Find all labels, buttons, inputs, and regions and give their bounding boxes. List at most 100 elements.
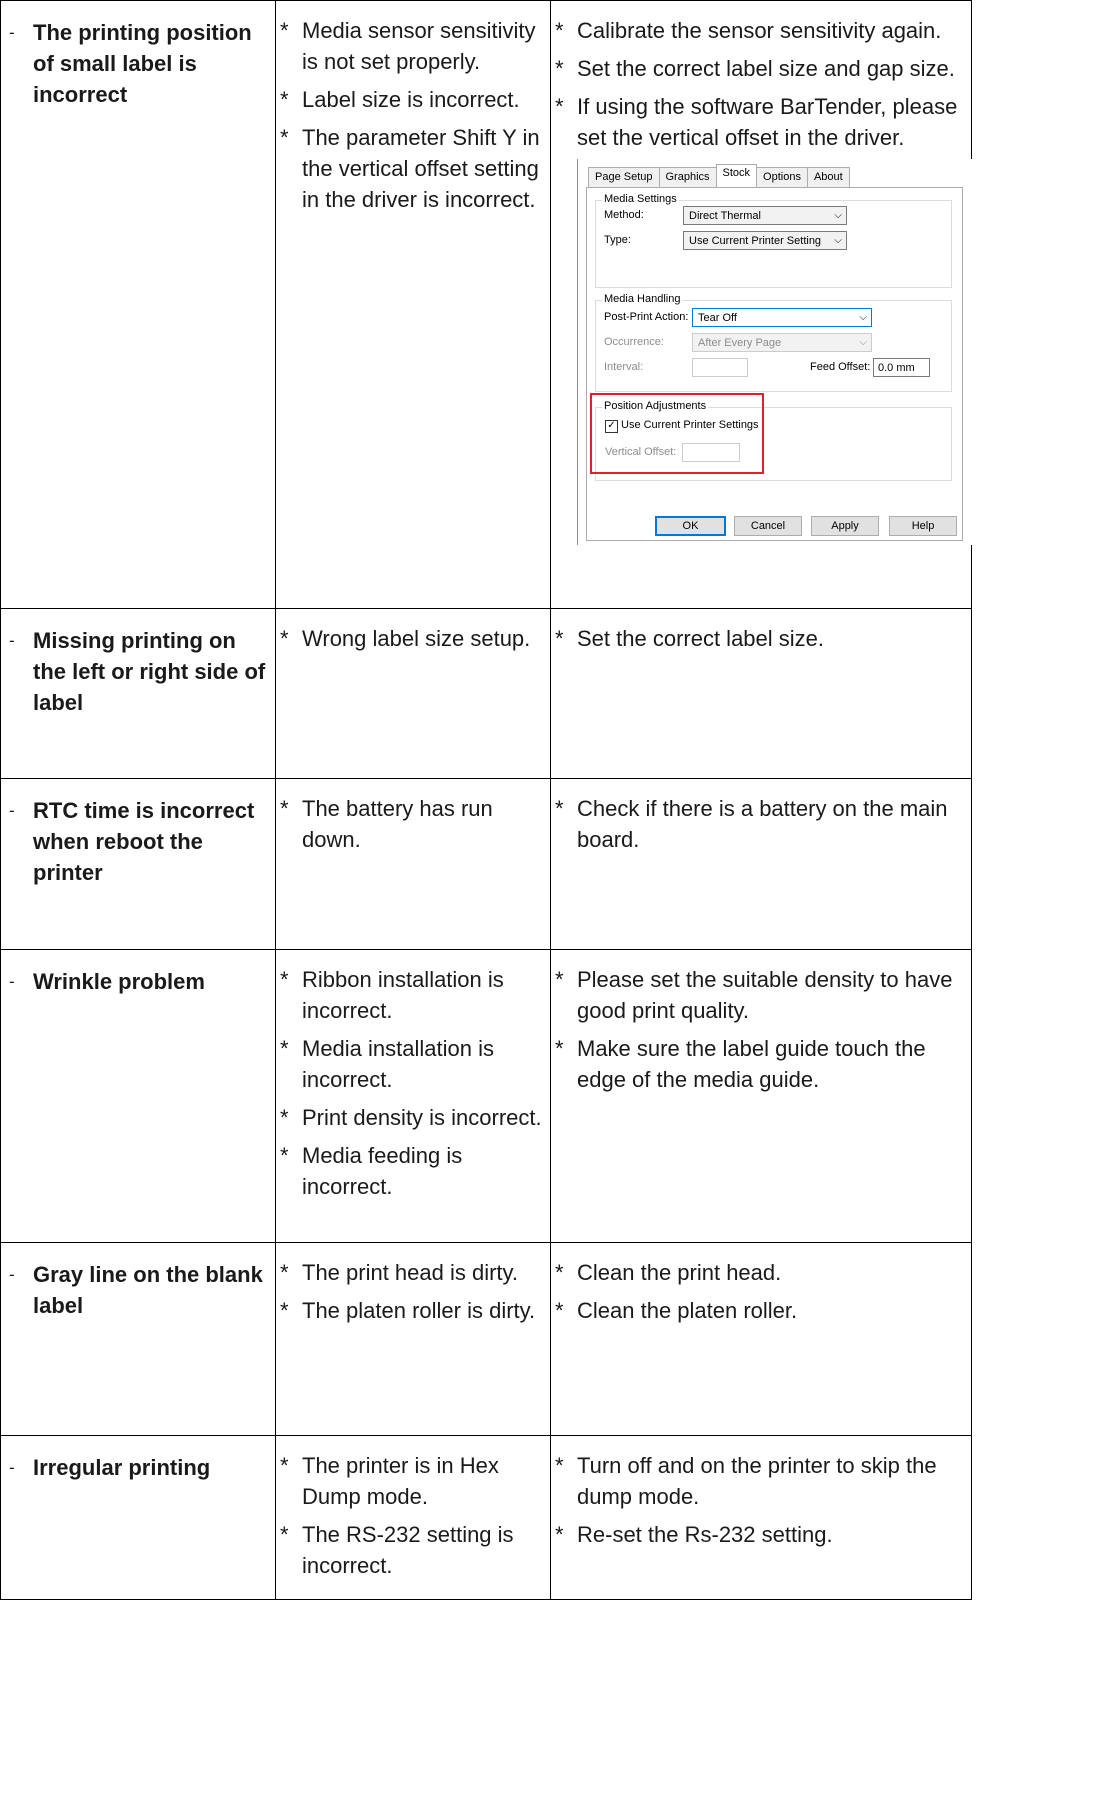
solution-text: Turn off and on the printer to skip the … — [577, 1453, 937, 1509]
method-select[interactable]: Direct Thermal ⌵ — [683, 206, 847, 225]
solution-text: Clean the platen roller. — [577, 1298, 798, 1323]
star-marker: * — [555, 626, 564, 651]
table-row: - Wrinkle problem * Ribbon installation is… — [0, 949, 972, 1243]
driver-dialog-screenshot: Page Setup Graphics Stock Options About … — [577, 159, 972, 545]
list-item: * Re-set the Rs-232 setting. — [555, 1519, 963, 1550]
solution-cell: * Turn off and on the printer to skip the… — [550, 1435, 972, 1600]
star-marker: * — [280, 1522, 289, 1547]
list-item: * The parameter Shift Y in the vertical o… — [280, 122, 542, 215]
star-marker: * — [280, 1453, 289, 1478]
feed-offset-label: Feed Offset: — [810, 361, 871, 373]
group-title: Media Handling — [602, 293, 683, 305]
solution-cell: * Set the correct label size. — [550, 608, 972, 779]
star-marker: * — [555, 1036, 564, 1061]
problem-cell: - Gray line on the blank label — [0, 1242, 276, 1436]
method-label: Method: — [604, 209, 644, 221]
tab-page-setup[interactable]: Page Setup — [588, 167, 660, 188]
problem-cell: - Missing printing on the left or right s… — [0, 608, 276, 779]
solution-text: Calibrate the sensor sensitivity again. — [577, 18, 942, 43]
type-label: Type: — [604, 234, 631, 246]
cause-text: Media sensor sensitivity is not set prop… — [302, 18, 536, 74]
star-marker: * — [555, 1522, 564, 1547]
apply-button[interactable]: Apply — [811, 516, 879, 536]
solution-text: If using the software BarTender, please … — [577, 94, 958, 150]
dash-marker: - — [9, 1458, 15, 1477]
list-item: * The platen roller is dirty. — [280, 1295, 542, 1326]
problem-text: RTC time is incorrect when reboot the pr… — [33, 798, 255, 885]
cause-cell: * Ribbon installation is incorrect. * Medi… — [275, 949, 551, 1243]
post-print-select[interactable]: Tear Off ⌵ — [692, 308, 872, 327]
solution-text: Make sure the label guide touch the edge… — [577, 1036, 926, 1092]
star-marker: * — [280, 1105, 289, 1130]
occurrence-label: Occurrence: — [604, 336, 664, 348]
list-item: * Print density is incorrect. — [280, 1102, 542, 1133]
cause-cell: * The print head is dirty. * The platen ro… — [275, 1242, 551, 1436]
interval-input[interactable] — [692, 358, 748, 377]
dash-marker: - — [9, 23, 15, 42]
table-row: - RTC time is incorrect when reboot the p… — [0, 778, 972, 950]
star-marker: * — [280, 87, 289, 112]
interval-label: Interval: — [604, 361, 644, 373]
cause-cell: * Wrong label size setup. — [275, 608, 551, 779]
tab-options[interactable]: Options — [756, 167, 808, 188]
cause-text: The printer is in Hex Dump mode. — [302, 1453, 499, 1509]
list-item: * The print head is dirty. — [280, 1257, 542, 1288]
solution-text: Clean the print head. — [577, 1260, 782, 1285]
problem-cell: - Wrinkle problem — [0, 949, 276, 1243]
cancel-button[interactable]: Cancel — [734, 516, 802, 536]
problem-text: Missing printing on the left or right si… — [33, 628, 266, 715]
list-item: * Media sensor sensitivity is not set pro… — [280, 15, 542, 77]
star-marker: * — [555, 796, 564, 821]
star-marker: * — [280, 125, 289, 150]
chevron-down-icon: ⌵ — [834, 210, 842, 221]
dash-marker: - — [9, 801, 15, 820]
tab-graphics[interactable]: Graphics — [658, 167, 717, 188]
type-select[interactable]: Use Current Printer Setting ⌵ — [683, 231, 847, 250]
feed-offset-input[interactable]: 0.0 mm — [873, 358, 930, 377]
problem-cell: - RTC time is incorrect when reboot the p… — [0, 778, 276, 950]
problem-cell: - Irregular printing — [0, 1435, 276, 1600]
star-marker: * — [280, 1298, 289, 1323]
solution-cell: * Please set the suitable density to have… — [550, 949, 972, 1243]
media-settings-group: Media Settings Method: Direct Thermal ⌵ T… — [595, 193, 952, 288]
table-row: - Irregular printing * The printer is in H… — [0, 1435, 972, 1600]
cause-text: The RS-232 setting is incorrect. — [302, 1522, 514, 1578]
list-item: * Label size is incorrect. — [280, 84, 542, 115]
highlight-box — [590, 393, 764, 474]
star-marker: * — [555, 1298, 564, 1323]
occurrence-value: After Every Page — [698, 337, 782, 349]
help-button[interactable]: Help — [889, 516, 957, 536]
tab-pane: Media Settings Method: Direct Thermal ⌵ T… — [586, 187, 963, 541]
chevron-down-icon: ⌵ — [859, 337, 867, 348]
solution-cell: * Check if there is a battery on the main… — [550, 778, 972, 950]
solution-cell: * Clean the print head. * Clean the platen… — [550, 1242, 972, 1436]
problem-cell: - The printing position of small label is… — [0, 0, 276, 609]
solution-text: Re-set the Rs-232 setting. — [577, 1522, 833, 1547]
cause-text: The parameter Shift Y in the vertical of… — [302, 125, 540, 212]
ok-button[interactable]: OK — [655, 516, 726, 536]
tab-stock[interactable]: Stock — [715, 164, 758, 188]
star-marker: * — [280, 1143, 289, 1168]
cause-text: Wrong label size setup. — [302, 626, 531, 651]
problem-text: Irregular printing — [33, 1455, 211, 1480]
type-value: Use Current Printer Setting — [689, 235, 822, 247]
cause-text: The print head is dirty. — [302, 1260, 519, 1285]
cause-text: Label size is incorrect. — [302, 87, 520, 112]
list-item: * Wrong label size setup. — [280, 623, 542, 654]
cause-text: Media installation is incorrect. — [302, 1036, 494, 1092]
list-item: * Set the correct label size. — [555, 623, 963, 654]
tab-about[interactable]: About — [806, 167, 850, 188]
cause-text: Ribbon installation is incorrect. — [302, 967, 504, 1023]
star-marker: * — [555, 967, 564, 992]
occurrence-select[interactable]: After Every Page ⌵ — [692, 333, 872, 352]
problem-text: Wrinkle problem — [33, 969, 205, 994]
cause-cell: * Media sensor sensitivity is not set pro… — [275, 0, 551, 609]
list-item: * Clean the platen roller. — [555, 1295, 963, 1326]
solution-text: Set the correct label size and gap size. — [577, 56, 955, 81]
cause-text: Print density is incorrect. — [302, 1105, 542, 1130]
dash-marker: - — [9, 972, 15, 991]
star-marker: * — [555, 1453, 564, 1478]
cause-text: The battery has run down. — [302, 796, 493, 852]
star-marker: * — [555, 56, 564, 81]
problem-text: Gray line on the blank label — [33, 1262, 263, 1318]
